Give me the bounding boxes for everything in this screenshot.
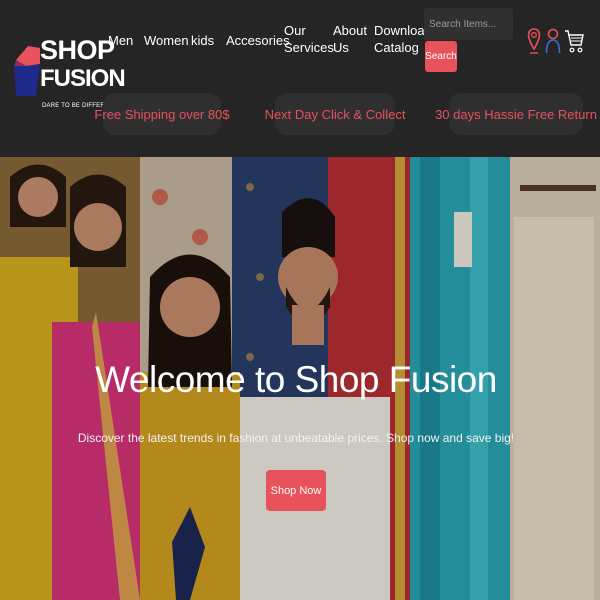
nav-item-our-services[interactable]: Our Services [284,22,334,56]
brand-name-line2: FUSION [40,65,126,92]
search-input[interactable] [424,8,513,40]
site-header: SHOP FUSION DARE TO BE DIFFERENT Men Wom… [0,0,600,157]
search-button[interactable]: Search [425,41,457,72]
nav-item-about-us[interactable]: About Us [333,22,367,56]
promo-free-shipping: Free Shipping over 80$ [94,93,230,135]
shop-now-button[interactable]: Shop Now [266,470,326,511]
brand-name-line1: SHOP [40,35,115,65]
user-icon[interactable] [545,27,561,54]
nav-item-women[interactable]: Women [144,32,189,49]
hero-title: Welcome to Shop Fusion [95,359,497,400]
nav-item-men[interactable]: Men [108,32,133,49]
brand-logo[interactable]: SHOP FUSION DARE TO BE DIFFERENT [14,36,126,116]
logo-mark-icon [14,46,40,96]
nav-item-download-catalog[interactable]: Download Catalog [374,22,432,56]
hero-subtitle: Discover the latest trends in fashion at… [77,431,515,445]
nav-item-kids[interactable]: kids [191,32,214,49]
promo-click-collect: Next Day Click & Collect [265,93,405,135]
shopping-cart-icon[interactable] [564,27,584,55]
location-pin-icon[interactable] [527,27,541,55]
nav-item-accesories[interactable]: Accesories [226,32,290,49]
hero-banner: Welcome to Shop Fusion Discover the late… [0,157,600,600]
promo-free-return: 30 days Hassie Free Return [435,93,597,135]
